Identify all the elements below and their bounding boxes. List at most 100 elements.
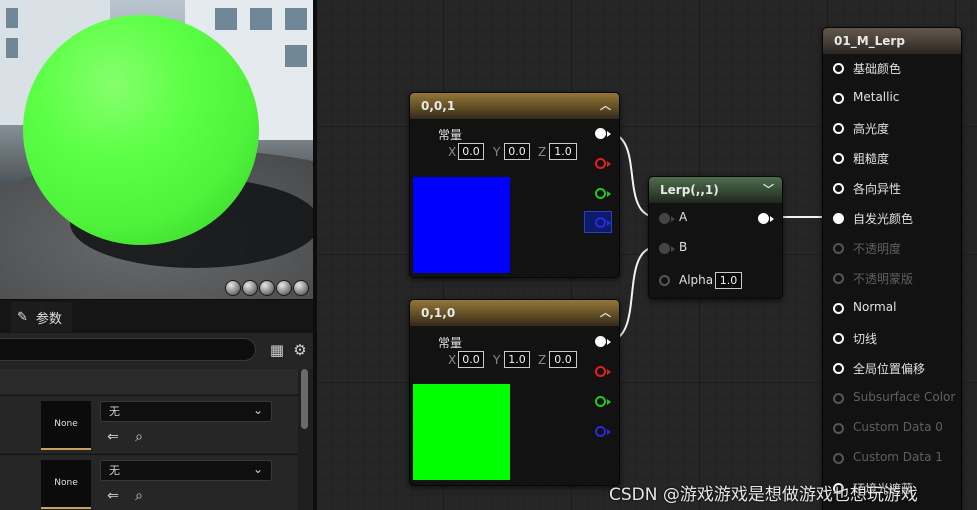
x-axis-label: X [448,353,457,367]
chevron-down-icon[interactable]: ﹀ [763,177,774,203]
browse-asset-icon[interactable]: ⌕ [131,488,147,504]
result-input-label: 基础颜色 [853,62,902,76]
output-g-pin[interactable] [595,188,606,199]
cylinder-shape-icon[interactable] [225,280,241,296]
alpha-value-field[interactable]: 1.0 [715,272,742,289]
x-value-field[interactable]: 0.0 [458,143,484,160]
z-value-field[interactable]: 0.0 [549,351,577,368]
y-value-field[interactable]: 1.0 [504,351,530,368]
plane-shape-icon[interactable] [259,280,275,296]
constant-node-blue[interactable]: 0,0,1 ︿ 常量 X 0.0 Y 0.0 Z 1.0 [409,92,620,278]
x-axis-label: X [448,145,457,159]
output-arrow [607,339,611,345]
input-alpha-pin[interactable] [659,275,670,286]
output-r-pin[interactable] [595,158,606,169]
result-input-pin[interactable] [833,213,844,224]
result-input-label: 自发光颜色 [853,212,914,226]
result-input-pin[interactable] [833,243,844,254]
output-arrow [607,131,611,137]
y-axis-label: Y [493,145,501,159]
color-swatch [413,384,510,480]
result-input-pin[interactable] [833,303,844,314]
lerp-node[interactable]: Lerp(,,1) ﹀ A B Alpha 1.0 [648,176,783,299]
input-a-label: A [679,210,688,224]
z-axis-label: Z [538,145,547,159]
result-input-label: Metallic [853,90,900,104]
asset-dropdown-value: 无 [109,405,120,418]
cube-shape-icon[interactable] [276,280,292,296]
texture-thumbnail[interactable]: None [41,460,91,509]
constant-node-title[interactable]: 0,0,1 ︿ [410,93,619,119]
teapot-shape-icon[interactable] [293,280,309,296]
result-input-pin[interactable] [833,333,844,344]
output-arrow [607,399,611,405]
input-arrow [671,246,675,252]
material-graph-canvas[interactable]: 0,0,1 ︿ 常量 X 0.0 Y 0.0 Z 1.0 0,1,0 ︿ 常量 … [317,0,977,510]
result-input-pin[interactable] [833,93,844,104]
z-value-field[interactable]: 1.0 [549,143,577,160]
constant-node-title[interactable]: 0,1,0 ︿ [410,300,619,326]
lerp-output-pin[interactable] [758,213,769,224]
result-input-pin[interactable] [833,423,844,434]
preview-shape-toolbar [225,280,309,296]
result-node-title[interactable]: 01_M_Lerp [823,28,961,54]
asset-dropdown[interactable]: 无 ⌄ [100,460,272,481]
use-selected-asset-icon[interactable]: ⇐ [105,429,121,445]
material-preview-viewport[interactable] [0,0,313,299]
texture-thumbnail[interactable]: None [41,401,91,450]
output-b-pin[interactable] [595,426,606,437]
result-node-title-text: 01_M_Lerp [834,34,905,48]
result-input-pin[interactable] [833,123,844,134]
collapse-icon[interactable]: ︿ [600,300,611,326]
tab-parameters[interactable]: ✎ 参数 [11,302,72,332]
result-input-pin[interactable] [833,153,844,164]
building-window [6,8,18,28]
constant-node-green[interactable]: 0,1,0 ︿ 常量 X 0.0 Y 1.0 Z 0.0 [409,299,620,486]
use-selected-asset-icon[interactable]: ⇐ [105,488,121,504]
x-value-field[interactable]: 0.0 [458,351,484,368]
texture-param-row: None 无 ⌄ ⇐ ⌕ [0,395,298,453]
output-g-pin[interactable] [595,396,606,407]
input-b-label: B [679,240,688,254]
watermark-text: CSDN @游戏游戏是想做游戏也想玩游戏 [609,485,918,505]
building-window [250,8,272,30]
result-input-pin[interactable] [833,393,844,404]
output-rgb-pin[interactable] [595,128,606,139]
lerp-node-title[interactable]: Lerp(,,1) ﹀ [649,177,782,203]
result-input-pin[interactable] [833,63,844,74]
preview-sphere [23,15,259,245]
material-result-node[interactable]: 01_M_Lerp 基础颜色 Metallic 高光度 粗糙度 各向异性 自发光颜色 不透明… [822,27,962,510]
search-input[interactable] [0,338,256,361]
list-scrollbar[interactable] [301,369,308,429]
output-rgb-pin[interactable] [595,336,606,347]
output-b-pin[interactable] [595,217,606,228]
output-arrow [607,161,611,167]
browse-asset-icon[interactable]: ⌕ [131,429,147,445]
lerp-node-title-text: Lerp(,,1) [660,183,719,197]
result-input-pin[interactable] [833,183,844,194]
output-arrow [607,369,611,375]
input-b-pin[interactable] [659,243,670,254]
result-input-pin[interactable] [833,273,844,284]
result-input-label: 切线 [853,332,878,346]
result-input-label: Custom Data 0 [853,420,943,434]
list-category-header[interactable] [0,369,298,394]
collapse-icon[interactable]: ︿ [600,93,611,119]
result-input-pin[interactable] [833,453,844,464]
sphere-shape-icon[interactable] [242,280,258,296]
constant-node-title-text: 0,1,0 [421,306,456,320]
y-value-field[interactable]: 0.0 [504,143,530,160]
input-a-pin[interactable] [659,213,670,224]
output-r-pin[interactable] [595,366,606,377]
table-view-icon[interactable]: ▦ [268,341,286,359]
result-input-label: 不透明蒙版 [853,272,914,286]
result-input-pin[interactable] [833,363,844,374]
asset-dropdown[interactable]: 无 ⌄ [100,401,272,422]
pencil-icon: ✎ [17,309,28,325]
result-input-label: Subsurface Color [853,390,956,404]
building-window [285,45,307,67]
gear-icon[interactable]: ⚙ [291,341,309,359]
building-window [215,8,237,30]
input-arrow [671,216,675,222]
output-arrow [607,220,611,226]
